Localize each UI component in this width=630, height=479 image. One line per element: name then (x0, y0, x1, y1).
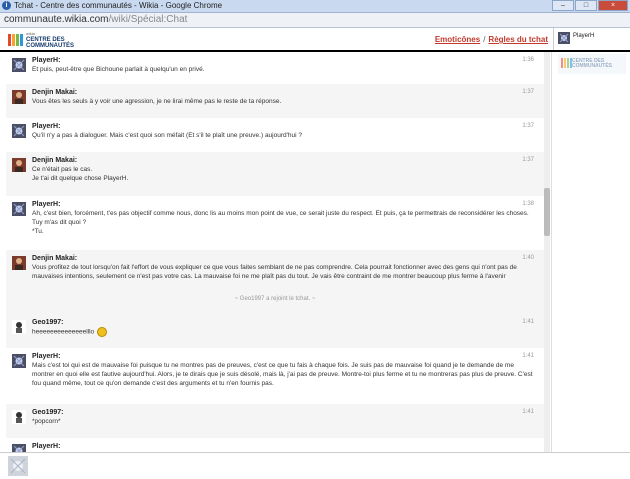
chat-message: Geo1997: 1:41 heeeeeeeeeeeeeelllo (6, 314, 544, 348)
user-avatar-geo (12, 410, 26, 424)
wikia-logo-icon (561, 58, 572, 68)
message-text-line: heeeeeeeeeeeeeelllo (32, 327, 536, 337)
current-user-name: PlayerH (573, 33, 595, 39)
chat-message: PlayerH: (6, 438, 544, 452)
user-avatar-denjin (12, 158, 26, 172)
emoticons-link[interactable]: Emoticônes (435, 35, 480, 44)
message-username[interactable]: Denjin Makai: (32, 254, 536, 263)
message-time: 1:36 (522, 57, 534, 63)
chrome-app-icon: i (2, 1, 11, 10)
message-username[interactable]: Denjin Makai: (32, 156, 536, 165)
message-username[interactable]: Denjin Makai: (32, 88, 536, 97)
userlist-logo: CENTRE DES COMMUNAUTÉS (558, 54, 626, 74)
user-avatar-geo (12, 320, 26, 334)
message-username[interactable]: PlayerH: (32, 200, 536, 209)
user-avatar-playerh (12, 58, 26, 72)
user-avatar-playerh (12, 202, 26, 216)
address-bar[interactable]: communaute.wikia.com/wiki/Spécial:Chat (0, 13, 630, 28)
user-list-panel: CENTRE DES COMMUNAUTÉS (551, 52, 630, 452)
message-time: 1:41 (522, 319, 534, 325)
message-time: 1:37 (522, 89, 534, 95)
message-text: heeeeeeeeeeeeeelllo (32, 328, 95, 336)
chat-message: PlayerH: 1:37 Qu'il n'y a pas à dialogue… (6, 118, 544, 152)
message-text: Qu'il n'y a pas à dialoguer. Mais c'est … (32, 132, 302, 139)
message-text: Et puis, peut-être que Bichoune parlait … (32, 66, 205, 73)
chat-message: Denjin Makai: 1:37 Ce n'était pas le cas… (6, 152, 544, 196)
chat-message: Denjin Makai: 1:40 Vous profitez de tout… (6, 250, 544, 294)
chat-scrollbar[interactable] (544, 52, 550, 452)
url[interactable]: communaute.wikia.com/wiki/Spécial:Chat (4, 14, 187, 25)
maximize-button[interactable]: □ (575, 0, 597, 11)
self-avatar (8, 456, 28, 476)
message-text: Vous profitez de tout lorsqu'on fait l'e… (32, 264, 517, 280)
chat-message: PlayerH: 1:41 Mais c'est toi qui est de … (6, 348, 544, 404)
chat-message: Geo1997: 1:41 *popcorn* (6, 404, 544, 438)
message-username[interactable]: PlayerH: (32, 122, 536, 131)
chat-messages[interactable]: PlayerH: 1:36 Et puis, peut-être que Bic… (6, 52, 544, 452)
join-notice: ~ Geo1997 a rejoint le tchat. ~ (234, 296, 316, 302)
close-button[interactable]: × (598, 0, 628, 11)
message-text: Ce n'était pas le cas. Je t'ai dit quelq… (32, 166, 129, 182)
chat-message: PlayerH: 1:36 Et puis, peut-être que Bic… (6, 52, 544, 84)
window-controls: – □ × (552, 0, 628, 11)
user-avatar-playerh (12, 124, 26, 138)
message-username[interactable]: PlayerH: (32, 442, 536, 451)
message-username[interactable]: Geo1997: (32, 318, 536, 327)
smiley-icon (97, 327, 108, 337)
message-input[interactable] (34, 455, 598, 479)
user-avatar-denjin (12, 90, 26, 104)
message-input-bar (0, 452, 630, 479)
scrollbar-thumb[interactable] (544, 188, 550, 236)
user-avatar-denjin (12, 256, 26, 270)
message-text: Mais c'est toi qui est de mauvaise foi p… (32, 362, 533, 387)
message-time: 1:37 (522, 157, 534, 163)
message-text: Ah, c'est bien, forcément, t'es pas obje… (32, 210, 529, 235)
userlist-logo-text: CENTRE DES COMMUNAUTÉS (572, 58, 612, 69)
window-title: Tchat - Centre des communautés - Wikia -… (14, 1, 223, 10)
message-username[interactable]: PlayerH: (32, 56, 536, 65)
message-username[interactable]: PlayerH: (32, 352, 536, 361)
logo-text: wikia CENTRE DES COMMUNAUTÉS (26, 31, 74, 49)
message-text: *popcorn* (32, 418, 61, 425)
window-titlebar: i Tchat - Centre des communautés - Wikia… (0, 0, 630, 13)
current-user-avatar (558, 32, 570, 44)
chat-header: wikia CENTRE DES COMMUNAUTÉS Emoticônes /… (0, 28, 630, 52)
message-username[interactable]: Geo1997: (32, 408, 536, 417)
message-text: Vous êtes les seuls à y voir une agressi… (32, 98, 282, 105)
community-logo[interactable]: wikia CENTRE DES COMMUNAUTÉS (8, 31, 74, 49)
url-domain: communaute.wikia.com (4, 14, 109, 25)
user-avatar-playerh (12, 354, 26, 368)
wikia-logo-icon (8, 34, 23, 46)
message-time: 1:41 (522, 409, 534, 415)
header-links: Emoticônes / Règles du tchat (435, 35, 548, 44)
chat-message: Denjin Makai: 1:37 Vous êtes les seuls à… (6, 84, 544, 118)
message-time: 1:41 (522, 353, 534, 359)
message-time: 1:37 (522, 123, 534, 129)
message-time: 1:40 (522, 255, 534, 261)
url-path: /wiki/Spécial:Chat (108, 14, 188, 25)
minimize-button[interactable]: – (552, 0, 574, 11)
chat-message: PlayerH: 1:38 Ah, c'est bien, forcément,… (6, 196, 544, 250)
user-avatar-playerh (12, 444, 26, 452)
chat-rules-link[interactable]: Règles du tchat (488, 35, 548, 44)
message-time: 1:38 (522, 201, 534, 207)
current-user-panel[interactable]: PlayerH (553, 28, 630, 50)
link-separator: / (483, 35, 486, 44)
